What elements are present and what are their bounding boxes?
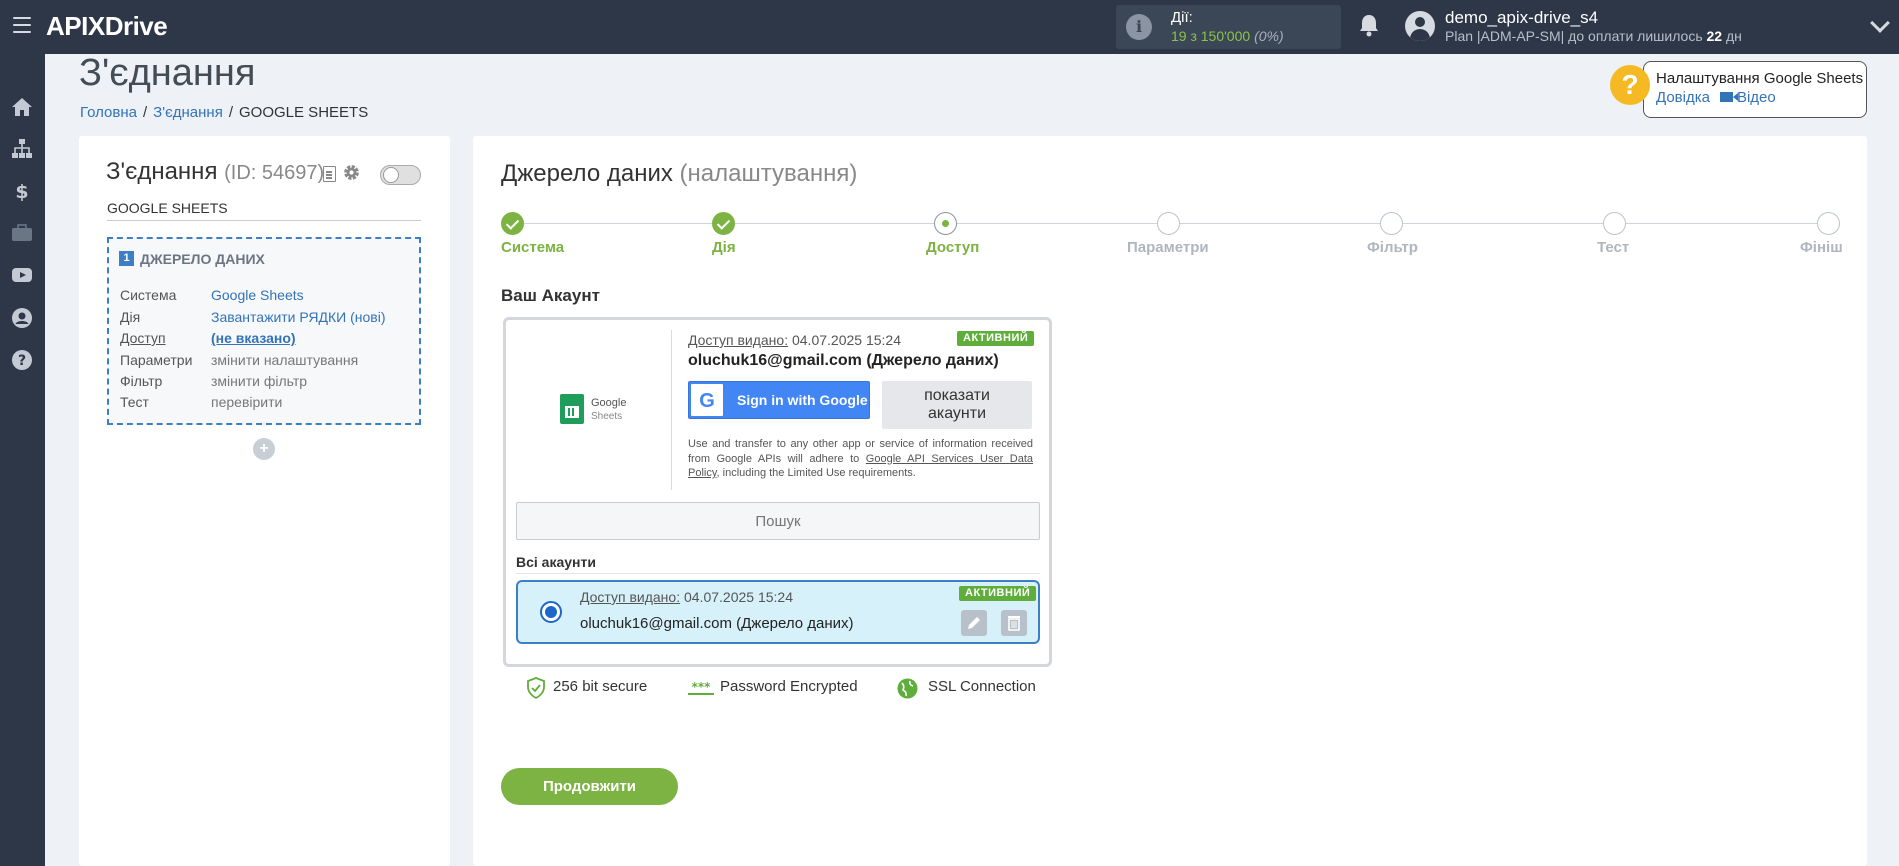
account-radio[interactable] — [540, 601, 562, 623]
info-icon: i — [1126, 14, 1152, 40]
question-circle-icon[interactable]: ? — [11, 349, 33, 371]
breadcrumb: Головна / З'єднання / GOOGLE SHEETS — [80, 104, 369, 121]
delete-account-button[interactable] — [1001, 610, 1027, 636]
row-test[interactable]: Тест перевірити — [120, 394, 282, 410]
briefcase-icon[interactable] — [11, 222, 33, 244]
svg-text:?: ? — [18, 353, 26, 369]
document-icon[interactable] — [323, 166, 336, 182]
show-accounts-button[interactable]: показати акаунти — [882, 381, 1032, 429]
data-source-card: Джерело даних (налаштування) Система Дія… — [473, 136, 1867, 866]
row-filter[interactable]: Фільтр змінити фільтр — [120, 373, 307, 389]
bell-icon[interactable] — [1358, 13, 1380, 37]
help-link[interactable]: Довідка — [1656, 89, 1710, 106]
check-icon — [712, 212, 735, 235]
top-bar: APIXDrive i Дії: 19 з 150'000 (0%) demo_… — [0, 0, 1899, 54]
actions-counter[interactable]: i Дії: 19 з 150'000 (0%) — [1116, 5, 1341, 49]
row-action[interactable]: Дія Завантажити РЯДКИ (нові) — [120, 309, 386, 325]
add-block-button[interactable]: + — [253, 438, 275, 460]
help-title: Налаштування Google Sheets — [1656, 70, 1864, 87]
menu-icon[interactable] — [13, 17, 31, 33]
item-email: oluchuk16@gmail.com (Джерело даних) — [580, 615, 854, 632]
account-list-item[interactable]: Доступ видано: 04.07.2025 15:24 АКТИВНИЙ… — [516, 580, 1040, 644]
help-box: Налаштування Google Sheets Довідка Відео — [1643, 61, 1867, 118]
plan-info: Plan |ADM-AP-SM| до оплати лишилось 22 д… — [1445, 28, 1742, 44]
row-params[interactable]: Параметри змінити налаштування — [120, 352, 358, 368]
actions-value: 19 з 150'000 (0%) — [1171, 28, 1284, 44]
pencil-icon — [968, 617, 980, 629]
edit-account-button[interactable] — [961, 610, 987, 636]
video-camera-icon — [1719, 92, 1738, 102]
ssl-globe-icon — [897, 678, 918, 699]
active-badge: АКТИВНИЙ — [957, 331, 1035, 346]
youtube-icon[interactable] — [11, 264, 33, 286]
connection-toggle[interactable] — [380, 165, 421, 185]
access-granted: Доступ видано: 04.07.2025 15:24 — [688, 332, 901, 348]
sidebar: $ ? — [0, 54, 45, 866]
home-icon[interactable] — [11, 96, 33, 118]
search-input[interactable] — [516, 502, 1040, 540]
connection-card: З'єднання (ID: 54697) GOOGLE SHEETS 1 ДЖ… — [79, 136, 450, 866]
account-title: Ваш Акаунт — [501, 286, 600, 305]
apix-drive-logo[interactable]: APIXDrive — [46, 11, 168, 42]
account-email: oluchuk16@gmail.com (Джерело даних) — [688, 352, 999, 369]
sign-in-google-button[interactable]: G Sign in with Google — [688, 381, 870, 419]
account-panel: Google Sheets Доступ видано: 04.07.2025 1… — [503, 317, 1052, 667]
google-sheets-icon — [560, 394, 584, 424]
password-encrypted: Password Encrypted — [720, 678, 858, 695]
shield-check-icon — [527, 677, 545, 699]
svg-text:$: $ — [15, 181, 28, 202]
trash-icon — [1008, 616, 1020, 631]
google-sheets-logo: Google Sheets — [560, 394, 650, 426]
progress-steps: Система Дія Доступ Параметри Фільтр Тест… — [501, 212, 1843, 256]
row-system[interactable]: Система Google Sheets — [120, 287, 304, 303]
video-link[interactable]: Відео — [1737, 89, 1776, 106]
sitemap-icon[interactable] — [11, 138, 33, 160]
gear-icon[interactable] — [342, 163, 361, 182]
all-accounts-label: Всі акаунти — [516, 554, 596, 570]
ssl-connection: SSL Connection — [928, 678, 1036, 695]
data-source-block[interactable]: 1 ДЖЕРЕЛО ДАНИХ Система Google Sheets Дія… — [107, 237, 421, 425]
item-active-badge: АКТИВНИЙ — [959, 586, 1037, 601]
item-access-granted: Доступ видано: 04.07.2025 15:24 — [580, 589, 793, 605]
breadcrumb-current: GOOGLE SHEETS — [239, 104, 369, 121]
svg-text:***: *** — [692, 681, 712, 694]
secure-256: 256 bit secure — [553, 678, 648, 695]
breadcrumb-home[interactable]: Головна — [80, 104, 137, 121]
source-number: 1 — [119, 251, 134, 266]
current-step-dot — [934, 212, 957, 235]
connection-title: З'єднання (ID: 54697) — [106, 158, 325, 185]
google-g-icon: G — [699, 390, 715, 412]
user-name[interactable]: demo_apix-drive_s4 — [1445, 8, 1598, 28]
source-heading: ДЖЕРЕЛО ДАНИХ — [140, 251, 265, 267]
system-name: GOOGLE SHEETS — [107, 200, 228, 216]
svg-text:G: G — [699, 390, 715, 412]
check-icon — [501, 212, 524, 235]
continue-button[interactable]: Продовжити — [501, 768, 678, 805]
card-title: Джерело даних (налаштування) — [501, 160, 858, 187]
actions-label: Дії: — [1171, 9, 1193, 26]
user-circle-icon[interactable] — [11, 307, 33, 329]
user-avatar[interactable] — [1405, 11, 1435, 41]
help-question-icon[interactable]: ? — [1610, 65, 1650, 105]
google-policy-text: Use and transfer to any other app or ser… — [688, 438, 1033, 479]
dollar-icon[interactable]: $ — [11, 180, 33, 202]
password-icon: *** — [688, 681, 714, 695]
page-title: З'єднання — [79, 52, 256, 94]
breadcrumb-connections[interactable]: З'єднання — [153, 104, 223, 121]
row-access[interactable]: Доступ (не вказано) — [120, 330, 296, 346]
chevron-down-icon[interactable] — [1870, 13, 1890, 33]
